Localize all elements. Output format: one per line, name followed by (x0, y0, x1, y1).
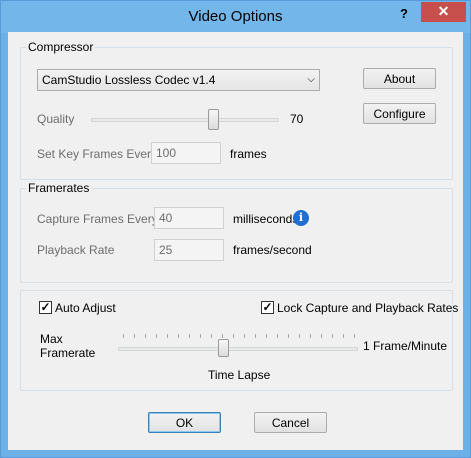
quality-slider-thumb[interactable] (208, 109, 219, 130)
framerates-group-label: Framerates (26, 181, 92, 195)
framerate-slider-track[interactable] (118, 347, 358, 351)
chevron-down-icon: ⌵ (307, 74, 315, 85)
auto-adjust-label[interactable]: Auto Adjust (55, 301, 116, 315)
quality-slider-track[interactable] (91, 118, 279, 122)
video-options-window: Video Options ? ✕ Compressor CamStudio L… (0, 0, 471, 458)
lock-rates-label[interactable]: Lock Capture and Playback Rates (277, 301, 458, 315)
keyframes-input[interactable]: 100 (151, 142, 221, 164)
info-icon[interactable]: i (293, 210, 309, 226)
time-lapse-label: Time Lapse (208, 368, 271, 382)
dialog-body: Compressor CamStudio Lossless Codec v1.4… (8, 32, 463, 450)
playback-rate-label: Playback Rate (37, 243, 115, 257)
close-button[interactable]: ✕ (421, 2, 466, 22)
configure-button[interactable]: Configure (363, 103, 436, 124)
one-frame-per-minute-label: 1 Frame/Minute (363, 339, 448, 353)
keyframes-label: Set Key Frames Every (37, 147, 158, 161)
max-label: Max (40, 332, 63, 346)
framerates-group: Framerates Capture Frames Every 40 milli… (20, 181, 453, 283)
capture-frames-input[interactable]: 40 (154, 207, 224, 229)
framerate-label: Framerate (40, 346, 96, 360)
about-button[interactable]: About (363, 68, 436, 89)
title-bar[interactable]: Video Options ? ✕ (1, 1, 470, 33)
quality-value: 70 (290, 112, 304, 126)
framerate-slider-thumb[interactable] (218, 339, 229, 357)
capture-frames-unit: milliseconds (233, 212, 299, 226)
help-icon[interactable]: ? (396, 6, 412, 24)
compressor-group: Compressor CamStudio Lossless Codec v1.4… (20, 40, 453, 180)
compressor-group-label: Compressor (26, 40, 96, 54)
capture-frames-label: Capture Frames Every (37, 212, 158, 226)
codec-select-value: CamStudio Lossless Codec v1.4 (42, 73, 216, 87)
auto-adjust-checkbox[interactable]: ✓ (39, 301, 52, 314)
lock-rates-checkbox[interactable]: ✓ (261, 301, 274, 314)
adjust-group: ✓ Auto Adjust ✓ Lock Capture and Playbac… (20, 290, 458, 391)
codec-select[interactable]: CamStudio Lossless Codec v1.4 ⌵ (37, 69, 320, 91)
playback-rate-input[interactable]: 25 (154, 239, 224, 261)
cancel-button[interactable]: Cancel (254, 412, 327, 433)
quality-label: Quality (37, 112, 75, 126)
ok-button[interactable]: OK (148, 412, 221, 433)
keyframes-unit: frames (230, 147, 267, 161)
playback-rate-unit: frames/second (233, 243, 312, 257)
framerate-slider-ticks (123, 334, 355, 340)
